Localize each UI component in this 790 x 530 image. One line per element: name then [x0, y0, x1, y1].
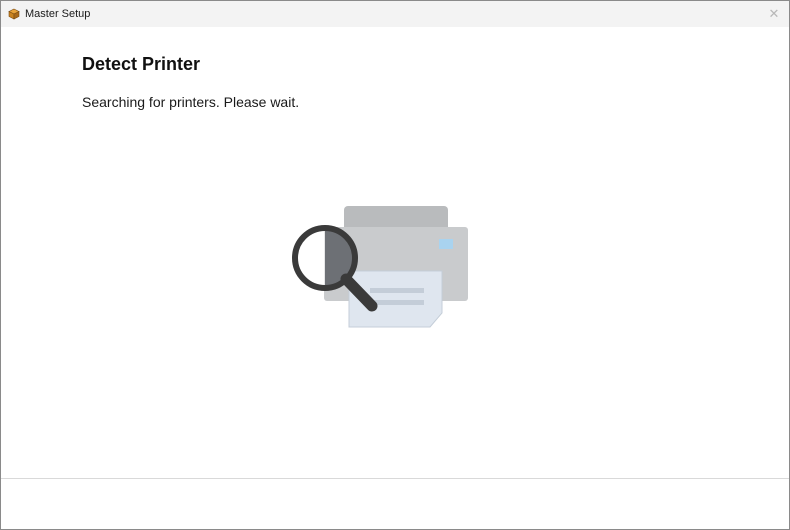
- printer-search-icon: [292, 206, 468, 328]
- title-bar: Master Setup ✕: [1, 1, 789, 27]
- close-button[interactable]: ✕: [765, 5, 783, 23]
- paper-line: [370, 288, 424, 293]
- printer-indicator: [439, 239, 453, 249]
- footer: [1, 479, 789, 529]
- page-title: Detect Printer: [82, 54, 201, 74]
- setup-window: Master Setup ✕ Detect Printer Searching …: [0, 0, 790, 530]
- close-icon: ✕: [768, 6, 780, 21]
- paper-line: [370, 300, 424, 305]
- package-box-icon: [8, 8, 20, 20]
- status-message: Searching for printers. Please wait.: [82, 94, 300, 110]
- window-title: Master Setup: [25, 8, 91, 20]
